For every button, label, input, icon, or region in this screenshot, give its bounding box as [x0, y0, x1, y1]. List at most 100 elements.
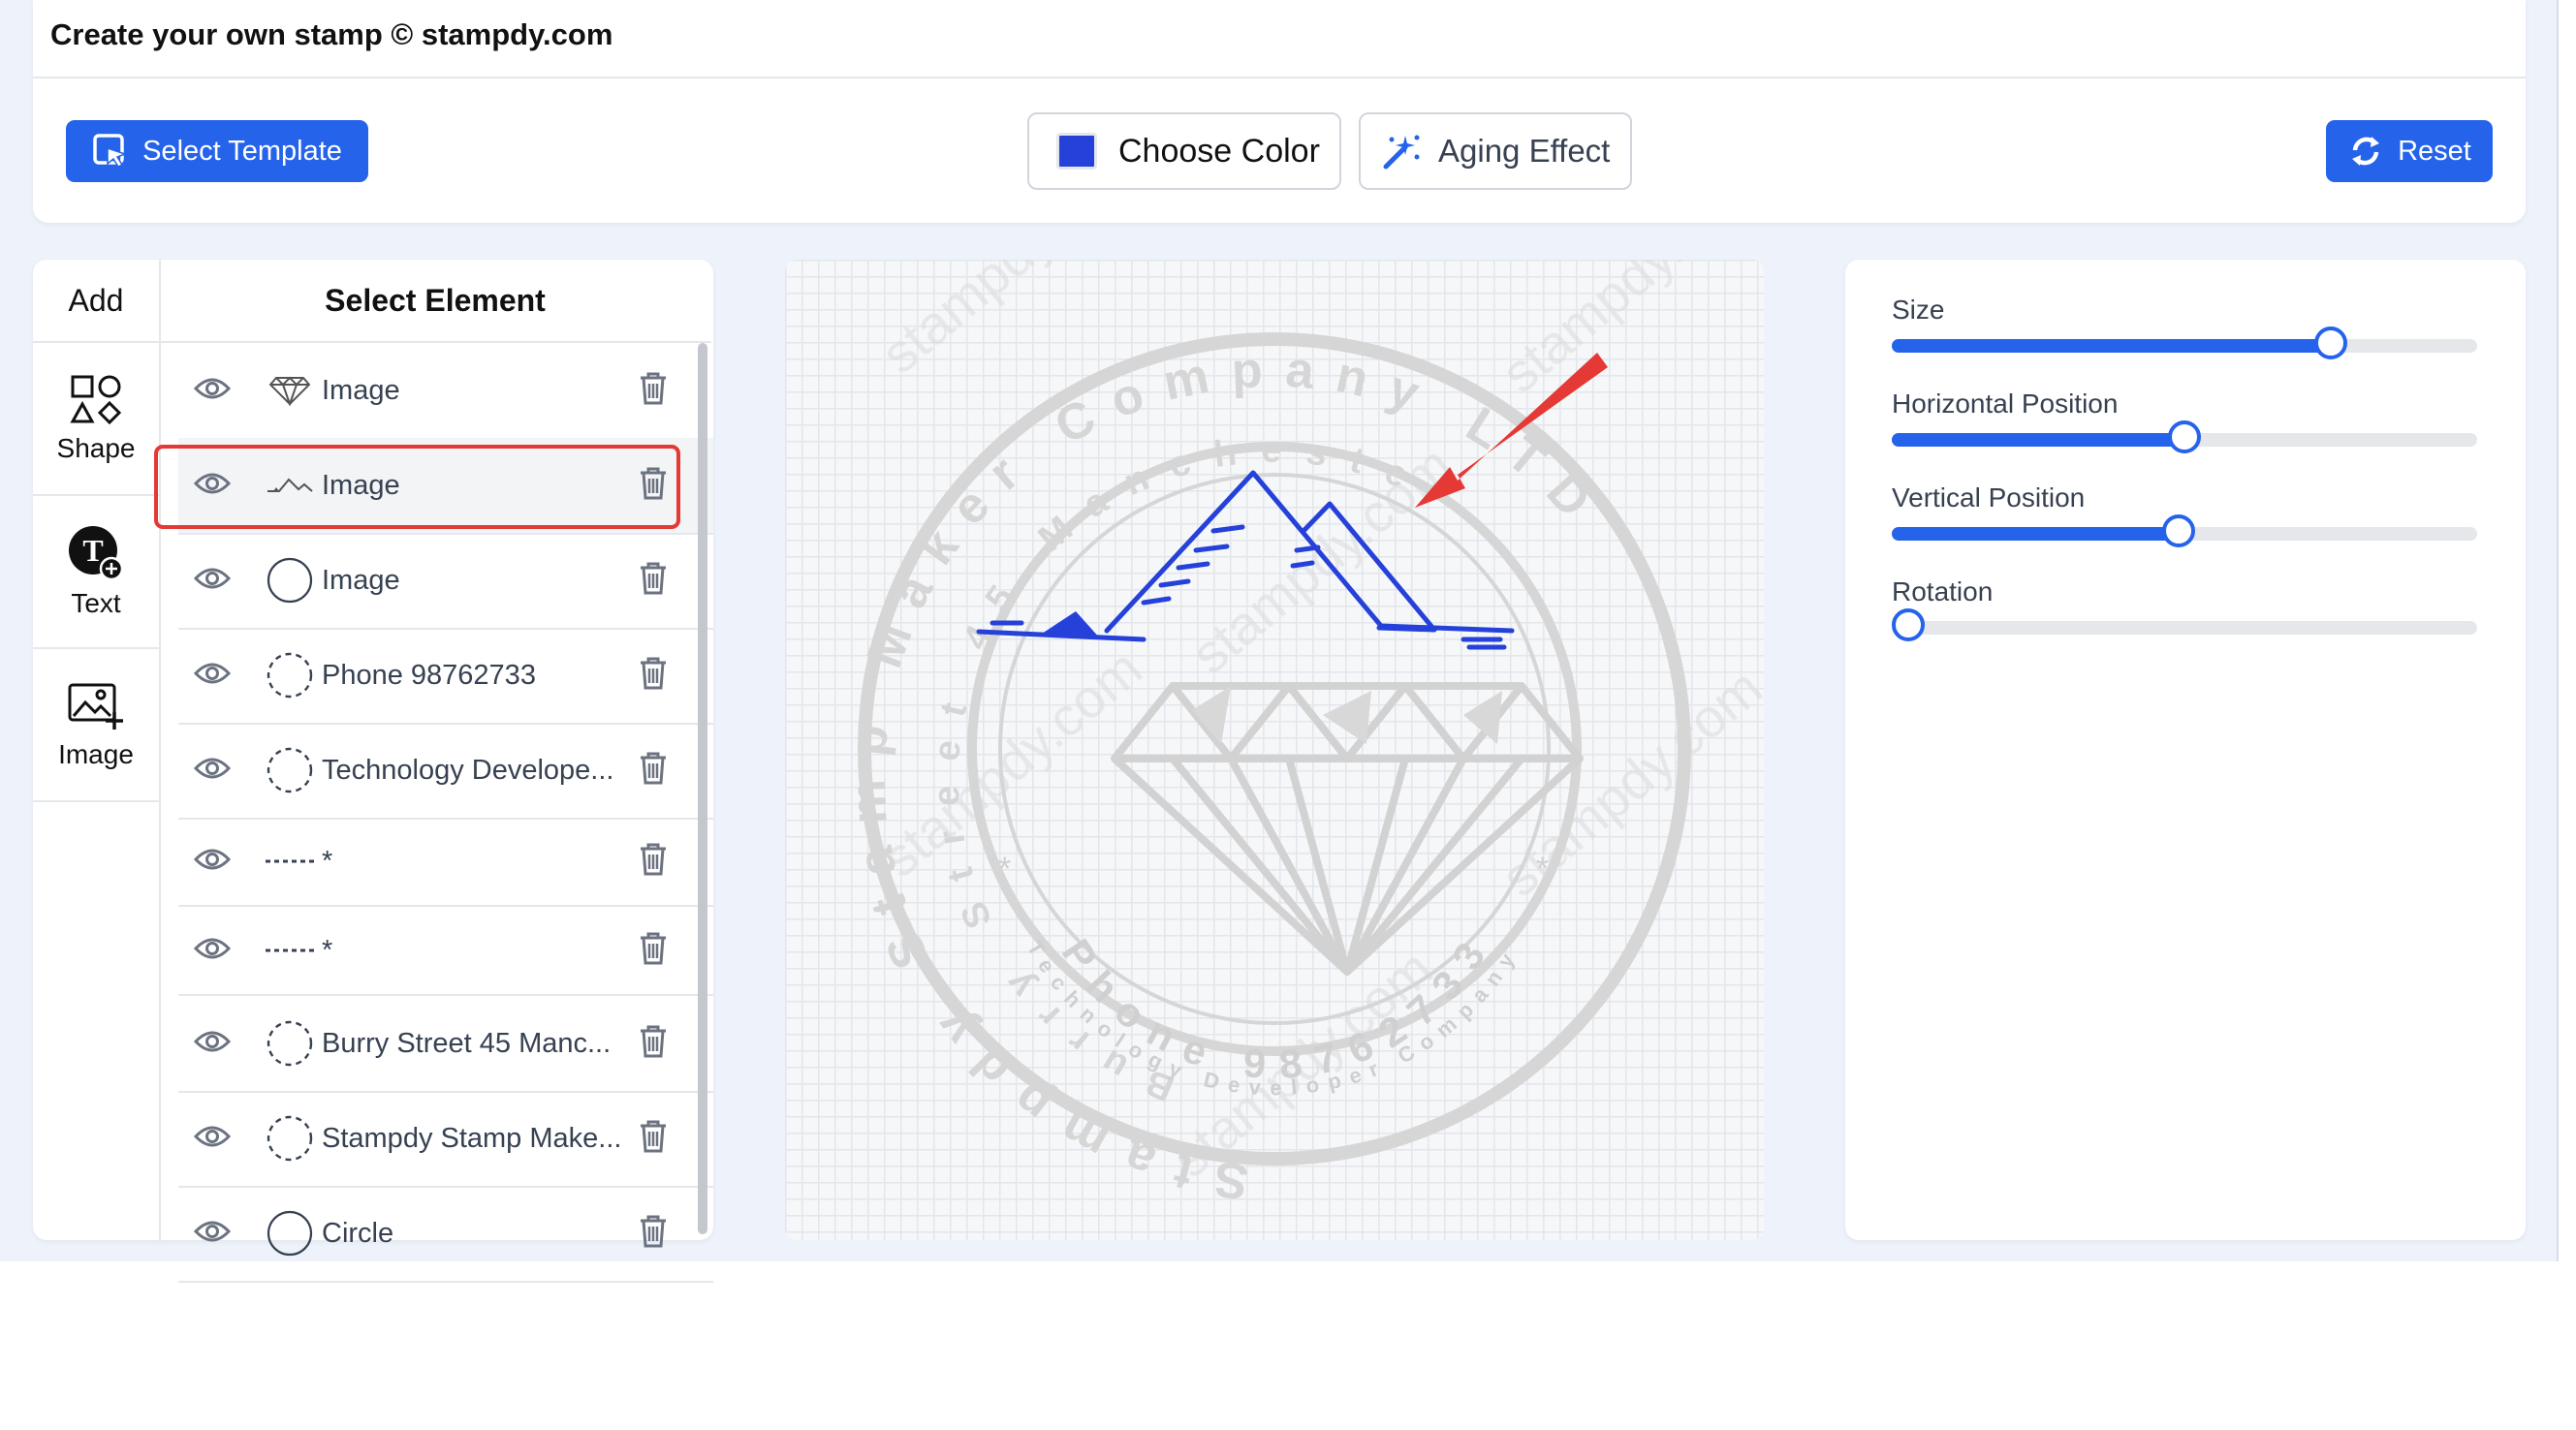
element-row[interactable]: Circle — [178, 1186, 713, 1283]
rotation-slider-thumb[interactable] — [1892, 608, 1925, 641]
magic-wand-icon — [1383, 135, 1420, 170]
mountain-small-peak — [1039, 611, 1101, 639]
trash-icon[interactable] — [639, 1024, 668, 1064]
watermark-text: stampdy.com — [1490, 260, 1764, 404]
reset-label: Reset — [2398, 135, 2471, 167]
element-row[interactable]: Image — [178, 533, 713, 630]
trash-icon[interactable] — [639, 371, 668, 411]
vertical-position-slider-thumb[interactable] — [2162, 514, 2195, 547]
element-row[interactable]: Technology Develope... — [178, 723, 713, 820]
trash-icon[interactable] — [639, 656, 668, 696]
page-title: Create your own stamp © stampdy.com — [50, 17, 613, 51]
rotation-label: Rotation — [1892, 576, 1994, 606]
add-shape-label: Shape — [56, 433, 136, 463]
element-label: Image — [322, 374, 400, 406]
diamond-facets — [1192, 686, 1502, 744]
eye-icon[interactable] — [193, 937, 232, 965]
dashes-thumbnail-icon — [264, 924, 316, 977]
text-add-icon: T — [69, 526, 124, 581]
element-list: Image Image Image Phone 98762733 Technology … — [178, 343, 713, 1430]
trash-icon[interactable] — [639, 1119, 668, 1159]
trash-icon[interactable] — [639, 561, 668, 601]
reset-button[interactable]: Reset — [2326, 120, 2493, 182]
choose-color-button[interactable]: Choose Color — [1027, 112, 1341, 190]
select-element-title: Select Element — [159, 260, 711, 343]
eye-icon[interactable] — [193, 377, 232, 405]
stamp-star-right: * — [1536, 851, 1549, 887]
eye-icon[interactable] — [193, 757, 232, 785]
element-label: Image — [322, 564, 400, 596]
add-column: Add Shape T Text Image — [33, 260, 161, 1240]
rotation-slider[interactable] — [1892, 608, 2477, 641]
element-label: Burry Street 45 Manc... — [322, 1027, 612, 1059]
trash-icon[interactable] — [639, 1214, 668, 1254]
aging-effect-label: Aging Effect — [1438, 133, 1611, 169]
add-image-button[interactable]: Image — [33, 649, 159, 802]
element-label: Technology Develope... — [322, 754, 614, 786]
element-row[interactable]: * — [178, 907, 713, 996]
element-row[interactable]: Phone 98762733 — [178, 628, 713, 725]
trash-icon[interactable] — [639, 466, 668, 506]
size-slider[interactable] — [1892, 326, 2477, 359]
template-cursor-icon — [93, 134, 128, 168]
horizontal-position-slider[interactable] — [1892, 420, 2477, 453]
size-slider-thumb[interactable] — [2314, 326, 2347, 359]
element-row[interactable]: * — [178, 818, 713, 907]
vertical-position-label: Vertical Position — [1892, 482, 2086, 513]
eye-icon[interactable] — [193, 662, 232, 690]
element-row[interactable]: Image — [178, 343, 713, 440]
mountain-thumbnail-icon — [264, 459, 316, 512]
circle-dashed-thumbnail-icon — [264, 1017, 316, 1070]
header: Create your own stamp © stampdy.com Sele… — [33, 0, 2526, 223]
element-row[interactable]: Stampdy Stamp Make... — [178, 1091, 713, 1188]
circle-solid-thumbnail-icon — [264, 1207, 316, 1259]
eye-icon[interactable] — [193, 567, 232, 595]
element-list-scrollbar[interactable] — [698, 343, 707, 1234]
element-label: Phone 98762733 — [322, 659, 536, 691]
horizontal-position-label: Horizontal Position — [1892, 389, 2119, 419]
stamp-canvas[interactable]: stampdy.com stampdy.com stampdy.com stam… — [785, 260, 1764, 1240]
add-title: Add — [33, 260, 159, 343]
element-label: Image — [322, 469, 400, 501]
horizontal-position-slider-thumb[interactable] — [2168, 420, 2201, 453]
circle-solid-thumbnail-icon — [264, 554, 316, 606]
select-template-button[interactable]: Select Template — [66, 120, 368, 182]
eye-icon[interactable] — [193, 1125, 232, 1153]
circle-dashed-thumbnail-icon — [264, 1112, 316, 1165]
add-shape-button[interactable]: Shape — [33, 343, 159, 496]
trash-icon[interactable] — [639, 842, 668, 882]
stamp-preview: stampdy.com stampdy.com stampdy.com stam… — [839, 260, 1764, 1210]
size-slider-fill — [1892, 339, 2331, 353]
dashes-thumbnail-icon — [264, 835, 316, 887]
element-label: Circle — [322, 1217, 394, 1249]
window-edge — [2557, 0, 2559, 1261]
color-swatch — [1056, 133, 1097, 170]
element-row[interactable]: Burry Street 45 Manc... — [178, 996, 713, 1093]
header-divider — [33, 77, 2526, 78]
aging-effect-button[interactable]: Aging Effect — [1359, 112, 1632, 190]
add-image-label: Image — [58, 739, 134, 769]
add-text-label: Text — [71, 588, 121, 618]
image-add-icon — [68, 683, 123, 730]
circle-dashed-thumbnail-icon — [264, 649, 316, 701]
vertical-position-slider[interactable] — [1892, 514, 2477, 547]
eye-icon[interactable] — [193, 1220, 232, 1248]
select-template-label: Select Template — [142, 135, 342, 167]
trash-icon[interactable] — [639, 931, 668, 971]
size-label: Size — [1892, 295, 1945, 325]
eye-icon[interactable] — [193, 848, 232, 876]
diamond-thumbnail-icon — [264, 364, 316, 417]
horizontal-position-slider-fill — [1892, 433, 2184, 447]
eye-icon[interactable] — [193, 1030, 232, 1058]
eye-icon[interactable] — [193, 472, 232, 500]
element-label: * — [322, 934, 333, 966]
element-row[interactable]: Image — [178, 438, 713, 535]
refresh-icon — [2352, 137, 2380, 166]
element-label: * — [322, 845, 333, 877]
add-text-button[interactable]: T Text — [33, 496, 159, 649]
stamp-star-left: * — [998, 851, 1011, 887]
choose-color-label: Choose Color — [1118, 132, 1320, 170]
svg-text:T: T — [82, 533, 103, 568]
trash-icon[interactable] — [639, 751, 668, 791]
vertical-position-slider-fill — [1892, 527, 2179, 541]
